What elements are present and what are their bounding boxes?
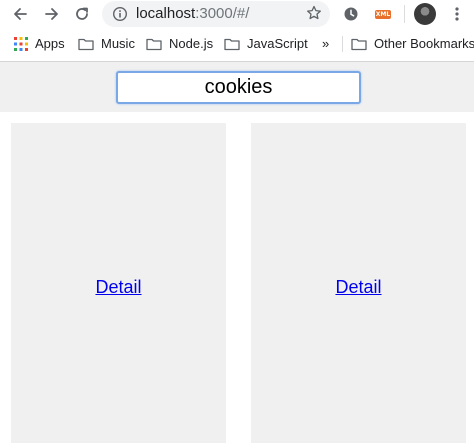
folder-icon [224, 38, 240, 50]
browser-menu-button[interactable] [446, 3, 468, 25]
url-text: localhost:3000/#/ [136, 5, 249, 23]
bookmarks-overflow-button[interactable]: » [322, 36, 329, 51]
bookmarks-bar: Apps Music Node.js JavaScript » Other Bo… [0, 28, 474, 62]
bookmark-apps-label: Apps [35, 36, 65, 51]
arrow-left-icon [14, 8, 27, 20]
address-bar[interactable]: localhost:3000/#/ [102, 1, 330, 27]
clock-icon [344, 7, 358, 21]
toolbar-divider [404, 5, 405, 23]
info-icon[interactable] [112, 6, 128, 22]
page-content: Detail Detail [0, 62, 474, 443]
star-icon[interactable] [306, 5, 322, 21]
bookmark-label: Other Bookmarks [374, 36, 474, 51]
back-button[interactable] [8, 2, 32, 26]
folder-icon [146, 38, 162, 50]
bookmark-folder-other[interactable]: Other Bookmarks [351, 36, 474, 51]
more-vert-icon [455, 7, 459, 21]
detail-link[interactable]: Detail [251, 277, 466, 298]
reload-icon [76, 7, 88, 20]
bookmarks-divider [342, 36, 343, 52]
forward-button[interactable] [40, 2, 64, 26]
rss-extension-button[interactable]: XML [372, 3, 394, 25]
url-host: localhost [136, 5, 196, 22]
bookmark-apps[interactable]: Apps [14, 36, 65, 51]
bookmark-folder-music[interactable]: Music [78, 36, 135, 51]
url-path: :3000/#/ [195, 5, 250, 22]
bookmark-label: Node.js [169, 36, 214, 51]
search-input[interactable] [116, 71, 361, 104]
browser-window: localhost:3000/#/ XML Apps Music Node.js… [0, 0, 474, 443]
folder-icon [351, 38, 367, 50]
detail-link[interactable]: Detail [11, 277, 226, 298]
result-card: Detail [251, 123, 466, 443]
bookmark-folder-javascript[interactable]: JavaScript [224, 36, 308, 51]
browser-toolbar: localhost:3000/#/ XML [0, 0, 474, 28]
apps-grid-icon [14, 36, 28, 51]
history-extension-button[interactable] [340, 3, 362, 25]
rss-feed-icon: XML [375, 9, 391, 19]
search-bar-container [0, 62, 474, 112]
profile-avatar[interactable] [414, 3, 436, 25]
bookmark-label: JavaScript [247, 36, 308, 51]
chevron-double-right-icon: » [322, 36, 330, 51]
arrow-right-icon [45, 8, 58, 20]
result-card: Detail [11, 123, 226, 443]
bookmark-folder-nodejs[interactable]: Node.js [146, 36, 213, 51]
bookmark-label: Music [101, 36, 135, 51]
reload-button[interactable] [70, 2, 94, 26]
folder-icon [78, 38, 94, 50]
